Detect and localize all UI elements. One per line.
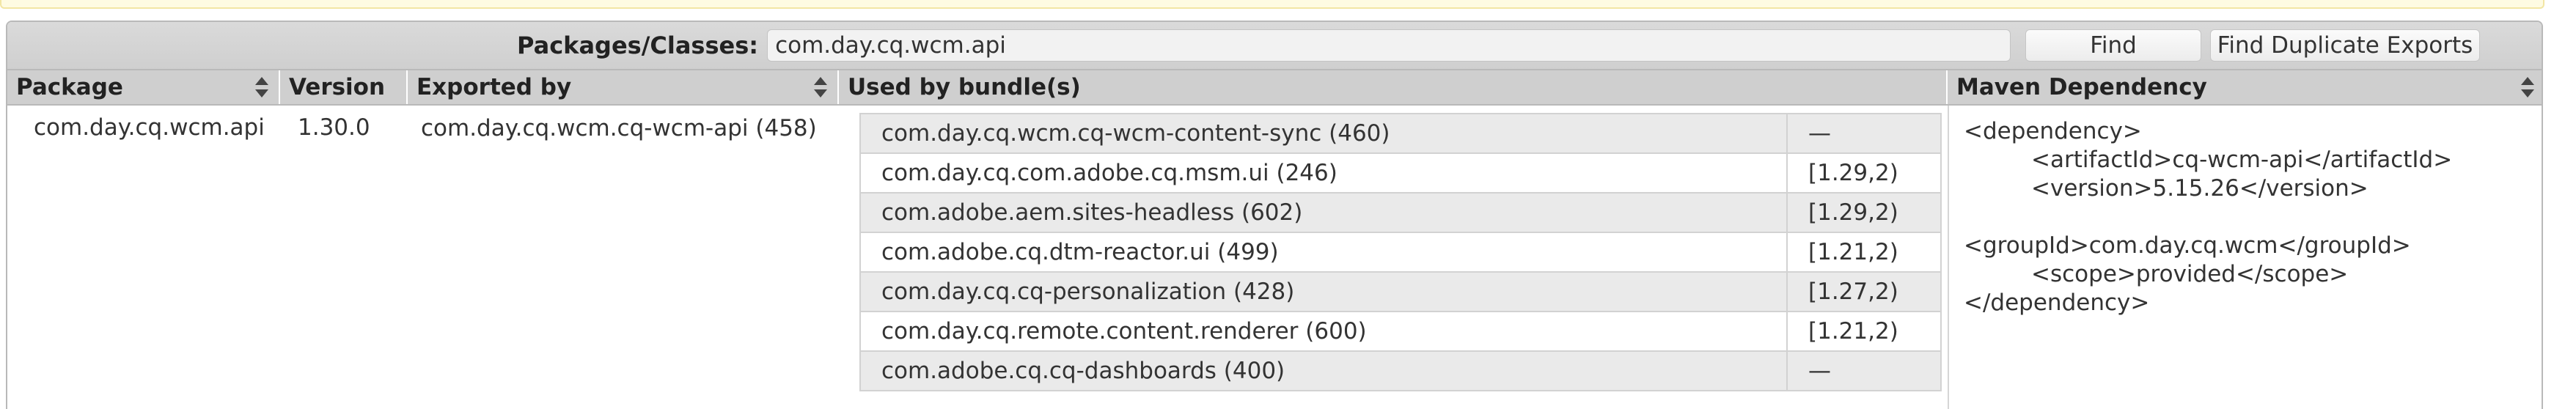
column-header-label: Package [16,74,123,100]
bundle-version-range: — [1786,350,1942,391]
bundle-version-range: [1.29,2) [1786,152,1942,194]
column-header-maven-dependency[interactable]: Maven Dependency [1948,70,2542,104]
bundle-version-range: [1.21,2) [1786,311,1942,352]
bundle-row: com.day.cq.cq-personalization (428) [1.27… [859,271,1942,312]
maven-version: <version>5.15.26</version> [2031,175,2368,202]
used-by-bundles-table: com.day.cq.wcm.cq-wcm-content-sync (460)… [859,113,1942,391]
column-divider [1948,106,1949,409]
column-header-version[interactable]: Version [280,70,408,104]
find-button[interactable]: Find [2025,29,2202,62]
bundle-row: com.adobe.cq.cq-dashboards (400) — [859,350,1942,391]
find-duplicate-exports-button[interactable]: Find Duplicate Exports [2210,29,2481,62]
column-header-label: Used by bundle(s) [848,74,1081,100]
column-header-exported-by[interactable]: Exported by [408,70,839,104]
column-header-used-by[interactable]: Used by bundle(s) [839,70,1948,104]
column-header-label: Version [289,74,386,100]
sort-icon [2521,77,2534,97]
maven-dependency-open: <dependency> [1964,118,2142,144]
bundle-name-link[interactable]: com.day.cq.wcm.cq-wcm-content-sync (460) [859,113,1788,154]
maven-scope: <scope>provided</scope> [2031,261,2349,287]
search-label: Packages/Classes: [517,32,759,59]
bundle-name-link[interactable]: com.day.cq.cq-personalization (428) [859,271,1788,312]
bundle-row: com.day.cq.com.adobe.cq.msm.ui (246) [1.2… [859,152,1942,194]
notice-bar [0,0,2544,9]
bundle-row: com.day.cq.wcm.cq-wcm-content-sync (460)… [859,113,1942,154]
bundle-name-link[interactable]: com.day.cq.remote.content.renderer (600) [859,311,1788,352]
column-header-label: Exported by [417,74,572,100]
maven-artifact-id: <artifactId>cq-wcm-api</artifactId> [2031,147,2453,173]
search-toolbar: Packages/Classes: Find Find Duplicate Ex… [7,22,2542,70]
column-header-label: Maven Dependency [1956,74,2207,100]
bundle-name-link[interactable]: com.adobe.aem.sites-headless (602) [859,192,1788,233]
bundle-name-link[interactable]: com.adobe.cq.dtm-reactor.ui (499) [859,232,1788,273]
bundle-version-range: — [1786,113,1942,154]
bundle-row: com.adobe.aem.sites-headless (602) [1.29,… [859,192,1942,233]
table-header: Package Version Exported by Used by bund… [7,70,2542,106]
package-cell: com.day.cq.wcm.api [34,114,265,141]
version-cell: 1.30.0 [298,114,370,141]
bundle-version-range: [1.27,2) [1786,271,1942,312]
column-header-package[interactable]: Package [7,70,280,104]
sort-icon [814,77,827,97]
packages-panel: Packages/Classes: Find Find Duplicate Ex… [6,21,2543,409]
maven-dependency-close: </dependency> [1964,290,2150,316]
bundle-row: com.day.cq.remote.content.renderer (600)… [859,311,1942,352]
exported-by-cell[interactable]: com.day.cq.wcm.cq-wcm-api (458) [421,114,832,143]
bundle-row: com.adobe.cq.dtm-reactor.ui (499) [1.21,2… [859,232,1942,273]
table-row: com.day.cq.wcm.api 1.30.0 com.day.cq.wcm… [7,106,2542,409]
bundle-name-link[interactable]: com.adobe.cq.cq-dashboards (400) [859,350,1788,391]
bundle-version-range: [1.29,2) [1786,192,1942,233]
search-input[interactable] [767,29,2011,62]
bundle-name-link[interactable]: com.day.cq.com.adobe.cq.msm.ui (246) [859,152,1788,194]
maven-dependency-cell: <dependency> <artifactId>cq-wcm-api</art… [1964,117,2452,317]
bundle-version-range: [1.21,2) [1786,232,1942,273]
sort-icon [255,77,268,97]
maven-group-id: <groupId>com.day.cq.wcm</groupId> [1964,232,2411,259]
